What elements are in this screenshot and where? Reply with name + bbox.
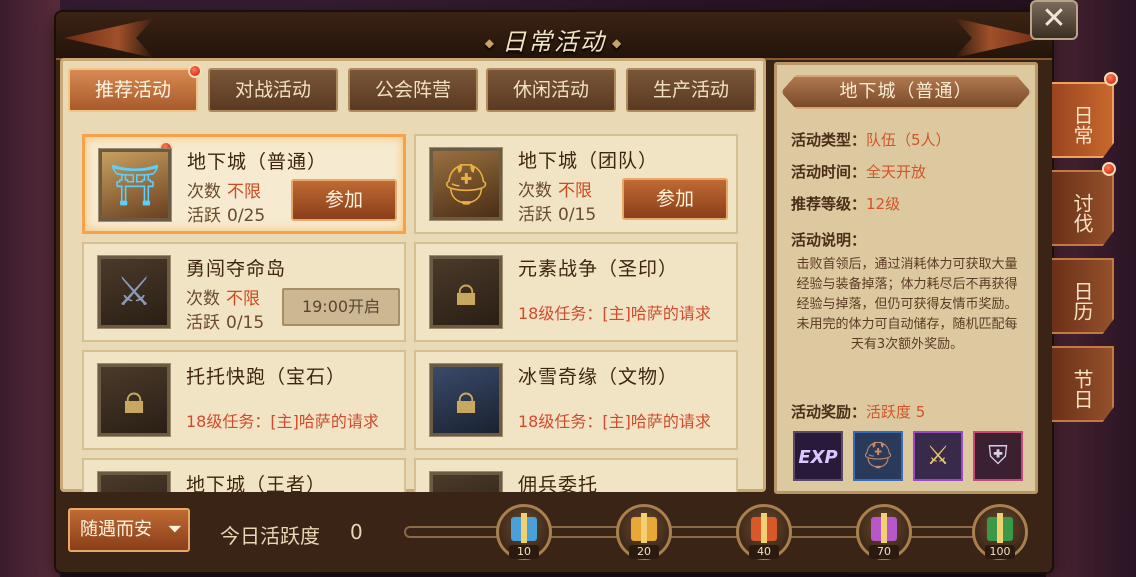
armor-reward-icon[interactable]: ⛨ (973, 431, 1023, 481)
activity-name: 佣兵委托 (518, 474, 599, 492)
lock-icon: 🔒︎ (98, 472, 170, 492)
activity-line: 活跃 0/15 (518, 205, 597, 225)
activity-card[interactable]: 🔒︎ 冰雪奇缘（文物） 18级任务：[主]哈萨的请求 (414, 350, 738, 450)
detail-desc-label: 活动说明： (791, 231, 867, 249)
title-deco-icon: ◆ (484, 36, 496, 50)
activity-line: 活跃 0/15 (186, 313, 265, 333)
notification-dot (1104, 72, 1118, 86)
count-line: 次数 不限 (518, 181, 592, 201)
activity-name: 托托快跑（宝石） (186, 366, 347, 388)
tab-production[interactable]: 生产活动 (626, 68, 756, 112)
close-button[interactable]: ✕ (1030, 0, 1078, 40)
detail-level: 推荐等级：12级 (791, 195, 901, 213)
window-title: ◆ 日常活动 ◆ (484, 28, 624, 56)
activity-name: 冰雪奇缘（文物） (518, 366, 679, 388)
title-bar: ◆ 日常活动 ◆ (56, 12, 1052, 60)
unlock-requirement: 18级任务：[主]哈萨的请求 (518, 304, 711, 323)
activity-line: 活跃 0/25 (187, 206, 266, 226)
notification-dot (1102, 162, 1116, 176)
activity-name: 元素战争（圣印） (518, 258, 679, 280)
warrior-icon: ⚔ (98, 256, 170, 328)
activity-name: 地下城（团队） (518, 150, 659, 172)
background-left (0, 0, 60, 577)
activity-name: 地下城（普通） (187, 151, 328, 173)
activity-card[interactable]: 🔒︎ 托托快跑（宝石） 18级任务：[主]哈萨的请求 (82, 350, 406, 450)
tab-guild[interactable]: 公会阵营 (348, 68, 478, 112)
tab-leisure[interactable]: 休闲活动 (486, 68, 616, 112)
gift-threshold: 40 (749, 545, 779, 559)
today-activity-value: 0 (350, 520, 363, 544)
today-activity-label: 今日活跃度 (220, 524, 320, 548)
gift-chest-100[interactable]: 100 (972, 504, 1028, 560)
activity-card[interactable]: ⛩ 地下城（普通） 次数 不限 活跃 0/25 参加 (82, 134, 406, 234)
detail-time: 活动时间：全天开放 (791, 163, 927, 181)
reward-list: EXP ⛑ ⚔ ⛨ (791, 431, 1031, 483)
join-button[interactable]: 参加 (622, 178, 728, 220)
gift-threshold: 100 (985, 545, 1015, 559)
side-tab-festival[interactable]: 节日 (1052, 346, 1114, 422)
detail-description: 击败首领后，通过消耗体力可获取大量经验与装备掉落；体力耗尽后不再获得经验与掉落，… (796, 257, 1018, 352)
tab-battle[interactable]: 对战活动 (208, 68, 338, 112)
portal-icon: ⛩ (99, 149, 171, 221)
lock-icon: 🔒︎ (98, 364, 170, 436)
weapon-reward-icon[interactable]: ⚔ (913, 431, 963, 481)
gift-chest-40[interactable]: 40 (736, 504, 792, 560)
side-tab-crusade[interactable]: 讨伐 (1052, 170, 1114, 246)
gift-chest-10[interactable]: 10 (496, 504, 552, 560)
activity-grid: ⛩ 地下城（普通） 次数 不限 活跃 0/25 参加 ⛑ 地下城（团队） 次数 不限 … (76, 126, 746, 492)
activity-progress-bar: 随遇而安 ⏷ 今日活跃度 0 10 20 40 70 100 (60, 500, 1040, 566)
count-line: 次数 不限 (186, 289, 260, 309)
unlock-requirement: 18级任务：[主]哈萨的请求 (186, 412, 379, 431)
notification-dot (188, 64, 202, 78)
unlock-requirement: 18级任务：[主]哈萨的请求 (518, 412, 711, 431)
detail-reward: 活动奖励：活跃度 5 (791, 403, 926, 421)
filter-icon: ⏷ (167, 519, 182, 540)
activity-name: 地下城（王者） (186, 474, 327, 492)
activity-card[interactable]: 🔒︎ 地下城（王者） (82, 458, 406, 492)
gift-ribbon (521, 513, 527, 543)
activity-card[interactable]: 🔒︎ 佣兵委托 (414, 458, 738, 492)
activity-name: 勇闯夺命岛 (186, 258, 287, 280)
close-icon: ✕ (1041, 1, 1067, 36)
gift-ribbon (761, 513, 767, 543)
tab-recommended[interactable]: 推荐活动 (68, 64, 202, 112)
helmet-icon: ⛑ (430, 148, 502, 220)
count-line: 次数 不限 (187, 182, 261, 202)
side-tab-daily[interactable]: 日常 (1052, 82, 1114, 158)
lock-icon: 🔒︎ (430, 472, 502, 492)
helmet-reward-icon[interactable]: ⛑ (853, 431, 903, 481)
opens-at-button: 19:00开启 (282, 288, 400, 326)
gift-threshold: 20 (629, 545, 659, 559)
lock-icon: 🔒︎ (430, 256, 502, 328)
activity-card[interactable]: ⚔ 勇闯夺命岛 次数 不限 活跃 0/15 19:00开启 (82, 242, 406, 342)
auto-match-button[interactable]: 随遇而安 ⏷ (68, 508, 190, 552)
gift-ribbon (997, 513, 1003, 543)
exp-icon[interactable]: EXP (793, 431, 843, 481)
gift-chest-70[interactable]: 70 (856, 504, 912, 560)
activity-detail-panel: 地下城（普通） 活动类型：队伍（5人） 活动时间：全天开放 推荐等级：12级 活… (774, 62, 1038, 494)
gift-ribbon (881, 513, 887, 543)
gift-ribbon (641, 513, 647, 543)
join-button[interactable]: 参加 (291, 179, 397, 221)
activity-card[interactable]: 🔒︎ 元素战争（圣印） 18级任务：[主]哈萨的请求 (414, 242, 738, 342)
activity-card[interactable]: ⛑ 地下城（团队） 次数 不限 活跃 0/15 参加 (414, 134, 738, 234)
detail-title: 地下城（普通） (781, 75, 1031, 109)
detail-type: 活动类型：队伍（5人） (791, 131, 951, 149)
gift-threshold: 70 (869, 545, 899, 559)
side-tab-calendar[interactable]: 日历 (1052, 258, 1114, 334)
gift-chest-20[interactable]: 20 (616, 504, 672, 560)
title-deco-icon: ◆ (612, 36, 624, 50)
gift-threshold: 10 (509, 545, 539, 559)
lock-icon: 🔒︎ (430, 364, 502, 436)
